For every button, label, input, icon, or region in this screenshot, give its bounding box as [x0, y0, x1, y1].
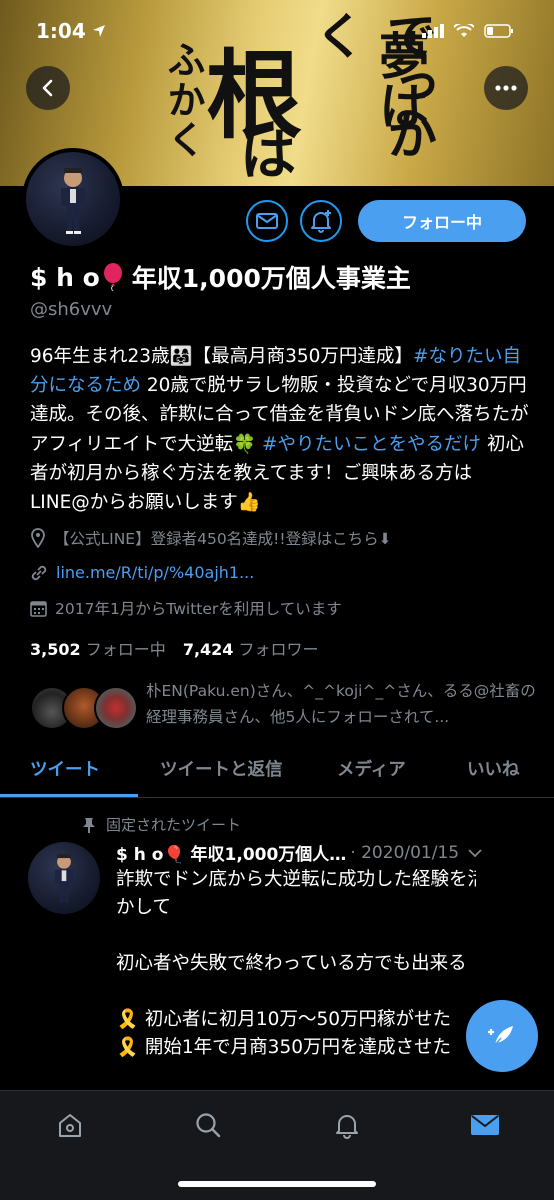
tweet-line: 🎗️ 開始1年で月商350万円を達成させた — [116, 1037, 451, 1058]
back-button[interactable] — [26, 66, 70, 110]
avatar-figure — [61, 168, 85, 234]
notify-button[interactable] — [300, 200, 342, 242]
compose-tweet-button[interactable] — [466, 1000, 538, 1072]
tab-tweets-and-replies[interactable]: ツイートと返信 — [160, 756, 283, 781]
location-arrow-icon — [92, 25, 105, 37]
pinned-label-row: 固定されたツイート — [82, 814, 241, 835]
name-suffix: 年収1,000万個人事業主 — [131, 264, 411, 293]
profile-handle: @sh6vvv — [30, 299, 113, 320]
followers-count-link[interactable]: 7,424 フォロワー — [183, 640, 331, 659]
link-icon — [31, 565, 47, 580]
chevron-down-icon[interactable] — [467, 848, 483, 858]
followed-by-text: 朴EN(Paku.en)さん、^_^koji^_^さん、るる@社畜の経理事務員さ… — [146, 682, 536, 726]
following-button[interactable]: フォロー中 — [358, 200, 526, 242]
name-prefix: $ h o — [30, 262, 100, 292]
status-bar: 1:04 — [0, 0, 554, 62]
compose-feather-icon — [488, 1026, 513, 1047]
location-pin-icon — [31, 528, 45, 548]
messages-icon — [471, 1115, 499, 1135]
back-arrow-icon — [42, 79, 53, 97]
more-options-button[interactable] — [484, 66, 528, 110]
bell-plus-icon — [311, 210, 331, 233]
battery-icon — [484, 24, 513, 38]
followed-by-row[interactable]: 朴EN(Paku.en)さん、^_^koji^_^さん、るる@社畜の経理事務員さ… — [30, 678, 536, 734]
joined-text: 2017年1月からTwitterを利用しています — [55, 600, 342, 618]
home-icon — [59, 1114, 81, 1137]
following-count: 3,502 — [30, 640, 81, 659]
profile-tabs: ツイート ツイートと返信 メディア いいね — [0, 748, 554, 798]
tweet-line: かして — [116, 897, 171, 918]
nav-notifications[interactable] — [327, 1105, 367, 1145]
location-row: 【公式LINE】登録者450名達成!!登録はこちら⬇ — [30, 527, 392, 549]
followers-label: フォロワー — [238, 640, 319, 659]
more-dots-icon — [495, 85, 517, 91]
website-link[interactable]: line.me/R/ti/p/%40ajh1... — [56, 563, 254, 582]
search-icon — [196, 1113, 221, 1138]
home-indicator — [178, 1181, 376, 1187]
profile-name: $ h o 年収1,000万個人事業主 — [30, 259, 411, 295]
profile-avatar[interactable] — [22, 148, 124, 250]
tab-likes[interactable]: いいね — [467, 756, 520, 781]
tweet-text[interactable]: 詐欺でドン底から大逆転に成功した経験を活 かして 初心者や失敗で終わっている方で… — [116, 866, 476, 1062]
wifi-icon — [454, 24, 474, 37]
profile-bio: 96年生まれ23歳👨‍👩‍👧【最高月商350万円達成】#なりたい自分になるため … — [30, 342, 530, 517]
tweet-author-avatar[interactable] — [28, 842, 100, 914]
tweet-author-name[interactable]: $ h o🎈 年収1,000万個人… — [116, 840, 346, 865]
status-time: 1:04 — [36, 19, 86, 43]
notifications-icon — [336, 1115, 358, 1139]
tweet-line: 詐欺でドン底から大逆転に成功した経験を活 — [116, 869, 476, 890]
follow-counts: 3,502 フォロー中 7,424 フォロワー — [30, 636, 331, 660]
tab-media[interactable]: メディア — [337, 756, 406, 781]
nav-messages[interactable] — [465, 1105, 505, 1145]
nav-home[interactable] — [50, 1105, 90, 1145]
website-row[interactable]: line.me/R/ti/p/%40ajh1... — [30, 563, 254, 582]
pinned-label: 固定されたツイート — [106, 816, 242, 834]
tweet-header: $ h o🎈 年収1,000万個人… · 2020/01/15 — [116, 840, 536, 865]
following-count-link[interactable]: 3,502 フォロー中 — [30, 640, 178, 659]
envelope-icon — [256, 213, 278, 229]
joined-row: 2017年1月からTwitterを利用しています — [30, 597, 342, 619]
bio-text: 96年生まれ23歳👨‍👩‍👧【最高月商350万円達成】 — [30, 346, 413, 367]
avatar-figure — [54, 854, 74, 903]
message-button[interactable] — [246, 200, 288, 242]
tweet-line — [116, 922, 476, 950]
followers-count: 7,424 — [182, 640, 234, 659]
pin-icon — [83, 817, 95, 833]
calendar-icon — [30, 600, 47, 617]
nav-search[interactable] — [188, 1105, 228, 1145]
tweet-line — [116, 978, 476, 1006]
active-tab-indicator — [0, 794, 138, 797]
location-text: 【公式LINE】登録者450名達成!!登録はこちら⬇ — [54, 530, 392, 548]
following-label: フォロー中 — [85, 640, 166, 659]
balloon-icon — [103, 263, 122, 291]
signal-bars-icon — [422, 24, 444, 38]
tweet-line: 初心者や失敗で終わっている方でも出来る — [116, 953, 467, 974]
tab-tweets[interactable]: ツイート — [30, 756, 100, 781]
tweet-line: 🎗️ 初心者に初月10万〜50万円稼がせた — [116, 1009, 451, 1030]
hashtag-link[interactable]: #やりたいことをやるだけ — [262, 434, 481, 455]
follower-avatar — [94, 686, 138, 730]
tweet-date: · 2020/01/15 — [350, 842, 460, 863]
